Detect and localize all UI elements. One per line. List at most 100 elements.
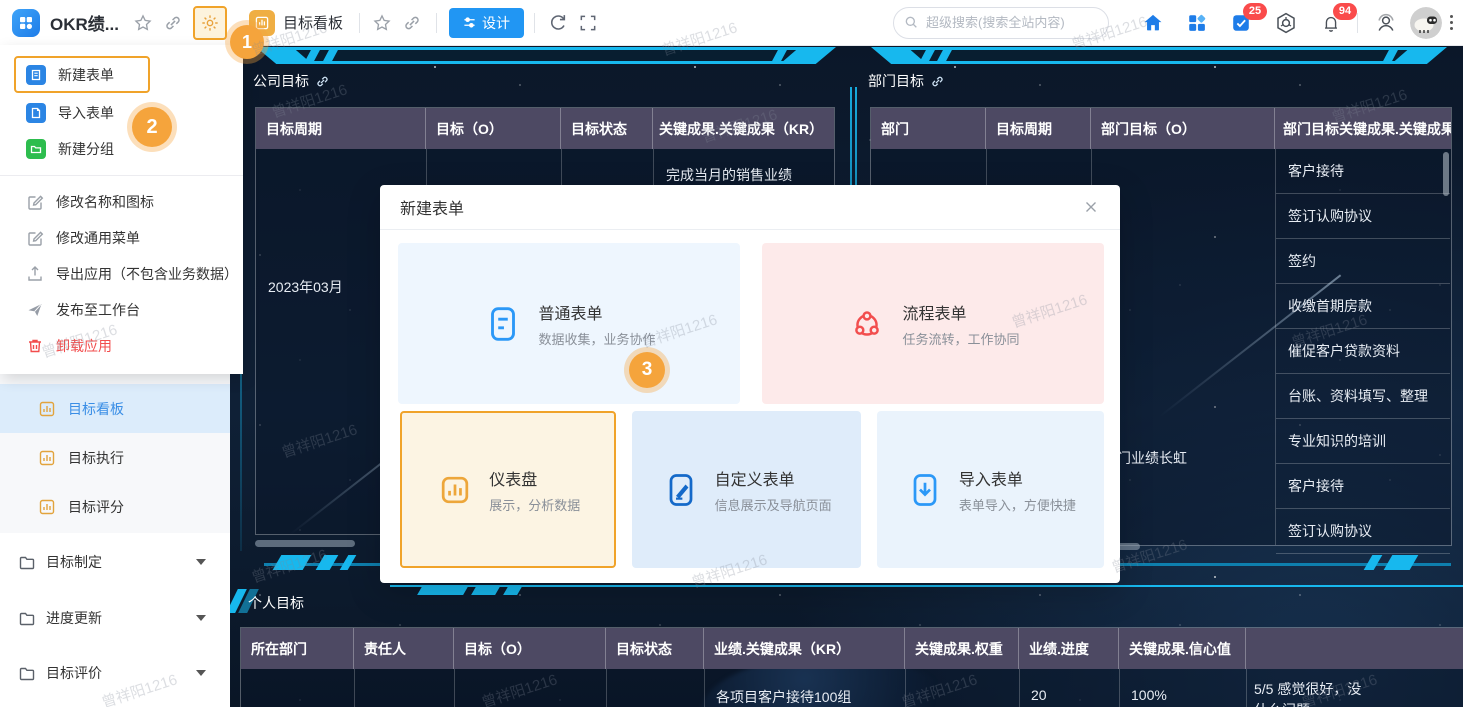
sidebar-item-goal-scoring[interactable]: 目标评分: [0, 482, 230, 531]
new-form-doc-icon: [26, 65, 46, 85]
sidebar-group-goal-review[interactable]: 目标评价: [0, 653, 230, 693]
new-form-modal: 新建表单 普通表单 数据收集，业务协作 流程表单 任务流转，工作协同: [380, 185, 1120, 583]
department-goals-title: 部门目标: [868, 71, 945, 91]
tour-step-2-badge: 2: [132, 107, 172, 147]
card-import-form[interactable]: 导入表单 表单导入，方便快捷: [877, 411, 1104, 568]
tasks-icon[interactable]: 25: [1230, 12, 1252, 34]
link-icon[interactable]: [315, 74, 330, 89]
column-header: 目标（O）: [454, 628, 606, 669]
search-icon: [903, 14, 919, 30]
column-header: 部门: [871, 108, 986, 149]
menu-item-uninstall-app[interactable]: 卸载应用: [0, 328, 243, 364]
sidebar-item-label: 目标看板: [68, 399, 124, 419]
goal-period-cell: 2023年03月: [268, 277, 343, 297]
edit-icon: [26, 229, 44, 247]
folder-icon: [18, 553, 36, 571]
panel-title-text: 部门目标: [868, 71, 924, 91]
notifications-bell-icon[interactable]: 94: [1320, 12, 1342, 34]
chevron-down-icon: [196, 670, 206, 676]
home-icon[interactable]: [1142, 12, 1164, 34]
table-header-row: 部门 目标周期 部门目标（O） 部门目标关键成果.关键成果: [871, 108, 1451, 149]
horizontal-scrollbar[interactable]: [255, 540, 355, 547]
panel-top-decoration: [471, 585, 501, 595]
menu-item-import-form[interactable]: 导入表单: [0, 95, 243, 131]
link-icon[interactable]: [930, 74, 945, 89]
chevron-down-icon: [196, 559, 206, 565]
panel-top-decoration: [390, 585, 1463, 587]
menu-item-publish-workbench[interactable]: 发布至工作台: [0, 292, 243, 328]
sidebar-item-goal-dashboard[interactable]: 目标看板: [0, 384, 230, 433]
custom-form-icon: [661, 470, 701, 510]
import-form-icon: [905, 470, 945, 510]
column-divider: [1246, 669, 1247, 707]
card-dashboard[interactable]: 仪表盘 展示，分析数据: [400, 411, 616, 568]
close-icon[interactable]: [1082, 198, 1100, 216]
tab-dashboard[interactable]: 目标看板: [283, 12, 343, 33]
sidebar-item-label: 目标执行: [68, 448, 124, 468]
menu-item-label: 导入表单: [58, 103, 114, 123]
app-settings-highlight[interactable]: [193, 6, 227, 40]
sidebar-group-progress-update[interactable]: 进度更新: [0, 598, 230, 638]
menu-item-label: 发布至工作台: [56, 300, 140, 320]
send-icon: [26, 301, 44, 319]
folder-icon: [18, 664, 36, 682]
table-row: 专业知识的培训: [1276, 419, 1450, 464]
column-header: 目标状态: [606, 628, 704, 669]
tab-star-icon[interactable]: [372, 13, 392, 33]
card-description: 任务流转，工作协同: [902, 329, 1019, 348]
divider: [359, 13, 360, 33]
approval-center-icon[interactable]: [1274, 11, 1298, 35]
menu-item-new-form[interactable]: 新建表单: [16, 58, 148, 91]
design-button[interactable]: 设计: [449, 8, 524, 38]
normal-form-icon: [482, 303, 524, 345]
design-button-label: 设计: [482, 13, 510, 33]
share-link-icon[interactable]: [163, 13, 183, 33]
tab-link-icon[interactable]: [402, 13, 422, 33]
table-row: 签约: [1276, 239, 1450, 284]
modal-body: 普通表单 数据收集，业务协作 流程表单 任务流转，工作协同 仪表盘: [380, 230, 1120, 568]
card-title: 普通表单: [538, 300, 655, 324]
sidebar-group-goal-setting[interactable]: 目标制定: [0, 542, 230, 582]
column-header: 目标状态: [561, 108, 653, 149]
global-search-input[interactable]: [893, 7, 1109, 39]
apps-grid-icon[interactable]: [1186, 12, 1208, 34]
menu-item-new-group[interactable]: 新建分组: [0, 131, 243, 167]
card-normal-form[interactable]: 普通表单 数据收集，业务协作: [398, 243, 740, 404]
fullscreen-icon[interactable]: [578, 13, 598, 33]
dashboard-form-icon: [435, 470, 475, 510]
company-goals-title: 公司目标: [253, 71, 330, 91]
menu-item-rename-icon[interactable]: 修改名称和图标: [0, 184, 243, 220]
card-text: 仪表盘 展示，分析数据: [489, 466, 580, 514]
app-settings-menu: 新建表单 导入表单 新建分组 修改名称和图标 修改通用菜单 导出应用（不包含业务…: [0, 45, 243, 374]
card-custom-form[interactable]: 自定义表单 信息展示及导航页面: [632, 411, 861, 568]
app-logo-icon[interactable]: [12, 9, 40, 37]
sliders-icon: [463, 16, 476, 29]
card-text: 普通表单 数据收集，业务协作: [538, 300, 655, 348]
top-bar: OKR绩... 目标看板 设计: [0, 0, 1463, 46]
tour-step-3-badge: 3: [629, 352, 665, 388]
tour-step-1-badge: 1: [230, 25, 264, 59]
vertical-scrollbar[interactable]: [1443, 152, 1449, 196]
gear-icon[interactable]: [200, 13, 220, 33]
column-header: 关键成果.权重: [905, 628, 1019, 669]
favorite-star-icon[interactable]: [133, 13, 153, 33]
more-options-icon[interactable]: [1450, 15, 1453, 30]
user-avatar[interactable]: [1410, 7, 1442, 39]
confidence-cell: 5/5 感觉很好，没什么问题: [1254, 679, 1362, 707]
refresh-icon[interactable]: [547, 12, 568, 33]
column-header: 部门目标（O）: [1091, 108, 1275, 149]
card-workflow-form[interactable]: 流程表单 任务流转，工作协同: [762, 243, 1104, 404]
menu-item-edit-common-menu[interactable]: 修改通用菜单: [0, 220, 243, 256]
progress-cell: 100%: [1131, 687, 1167, 703]
table-row: 台账、资料填写、整理: [1276, 374, 1450, 419]
menu-item-export-app[interactable]: 导出应用（不包含业务数据）: [0, 256, 243, 292]
card-title: 自定义表单: [715, 466, 832, 490]
chart-icon: [38, 449, 56, 467]
column-divider: [454, 669, 455, 707]
column-header: 关键成果.关键成果（KR）: [653, 108, 834, 149]
support-contact-icon[interactable]: [1374, 11, 1398, 35]
column-header: 部门目标关键成果.关键成果: [1275, 108, 1451, 149]
screen: 公司目标 目标周期 目标（O） 目标状态 关键成果.关键成果（KR） 2023年…: [0, 0, 1463, 707]
sidebar-item-goal-execution[interactable]: 目标执行: [0, 433, 230, 482]
table-header-row: 所在部门 责任人 目标（O） 目标状态 业绩.关键成果（KR） 关键成果.权重 …: [241, 628, 1463, 669]
